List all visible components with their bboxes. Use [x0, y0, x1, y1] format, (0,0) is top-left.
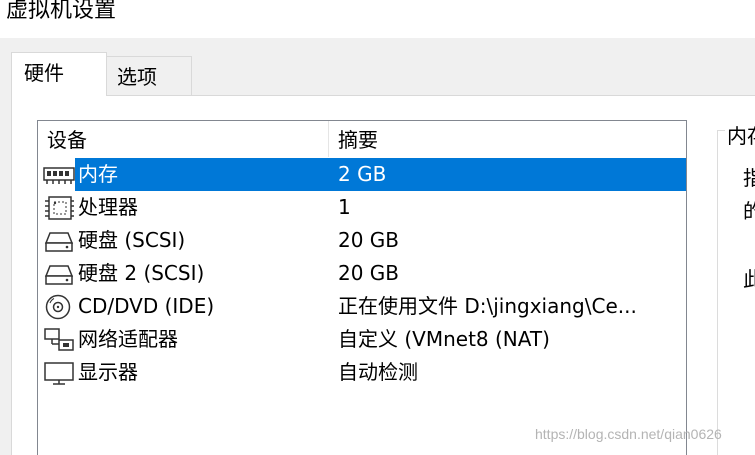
- memory-description-line-3: 此: [743, 267, 755, 291]
- harddisk-icon: [44, 232, 74, 252]
- cd-dvd-icon: [45, 294, 71, 320]
- memory-description-line-1: 指: [743, 166, 755, 190]
- device-summary: 自定义 (VMnet8 (NAT): [338, 327, 550, 351]
- device-name: 处理器: [78, 195, 138, 219]
- device-summary: 2 GB: [338, 162, 387, 186]
- column-header-device[interactable]: 设备: [38, 121, 329, 157]
- device-row-processor[interactable]: 处理器 1: [38, 191, 686, 224]
- device-row-harddisk[interactable]: 硬盘 (SCSI) 20 GB: [38, 224, 686, 257]
- device-list-header: 设备 摘要: [38, 121, 686, 157]
- tab-options[interactable]: 选项: [106, 56, 192, 96]
- memory-groupbox-caption: 内存: [725, 120, 755, 149]
- device-name: 显示器: [78, 360, 138, 384]
- device-name: 内存: [78, 162, 118, 186]
- tab-hardware[interactable]: 硬件: [11, 52, 107, 96]
- window-title: 虚拟机设置: [6, 0, 117, 23]
- device-row-memory[interactable]: 内存 2 GB: [38, 158, 686, 191]
- device-summary: 自动检测: [338, 360, 418, 384]
- network-adapter-icon: [44, 328, 74, 351]
- device-name: 硬盘 2 (SCSI): [78, 261, 205, 285]
- device-row-display[interactable]: 显示器 自动检测: [38, 356, 686, 389]
- device-row-network-adapter[interactable]: 网络适配器 自定义 (VMnet8 (NAT): [38, 323, 686, 356]
- memory-icon: [43, 167, 75, 184]
- cpu-icon: [45, 196, 74, 220]
- device-summary: 20 GB: [338, 228, 400, 252]
- device-name: 硬盘 (SCSI): [78, 228, 186, 252]
- device-summary: 20 GB: [338, 261, 400, 285]
- device-row-harddisk-2[interactable]: 硬盘 2 (SCSI) 20 GB: [38, 257, 686, 290]
- device-list[interactable]: 设备 摘要 内存 2 GB 处理器 1 硬盘 (SCSI) 20 GB 硬盘 2…: [37, 120, 687, 455]
- column-header-summary[interactable]: 摘要: [329, 121, 686, 157]
- harddisk-icon: [44, 265, 74, 285]
- memory-description-line-2: 的: [743, 199, 755, 223]
- title-bar: 虚拟机设置: [0, 0, 755, 38]
- device-name: CD/DVD (IDE): [78, 294, 215, 318]
- watermark: https://blog.csdn.net/qian0626: [535, 426, 722, 442]
- device-row-cd-dvd[interactable]: CD/DVD (IDE) 正在使用文件 D:\jingxiang\Ce...: [38, 290, 686, 323]
- device-name: 网络适配器: [78, 327, 178, 351]
- device-summary: 正在使用文件 D:\jingxiang\Ce...: [338, 294, 637, 318]
- display-icon: [44, 362, 74, 385]
- device-summary: 1: [338, 195, 351, 219]
